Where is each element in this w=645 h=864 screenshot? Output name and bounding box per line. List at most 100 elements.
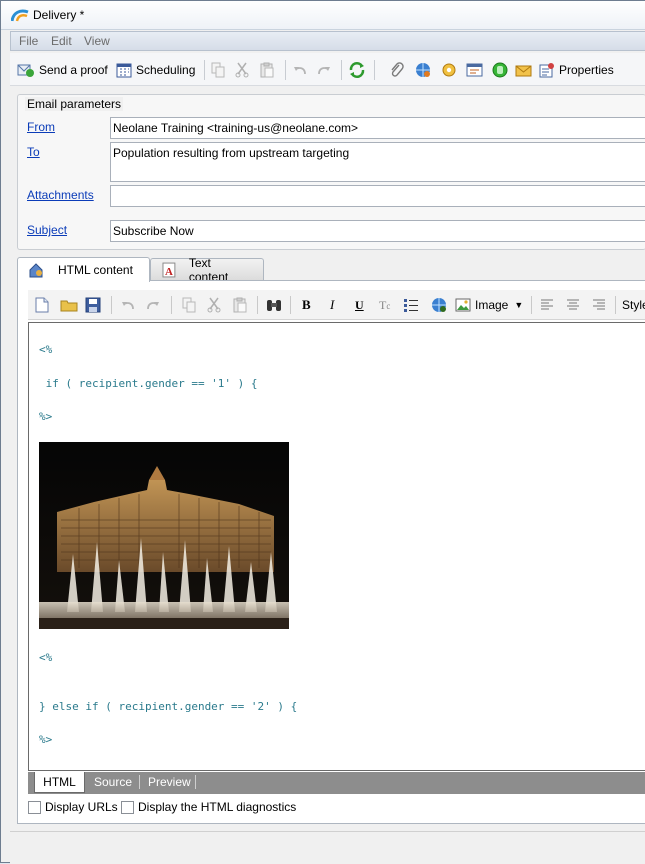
paperclip-icon: [391, 61, 404, 77]
copy-icon: [211, 62, 225, 77]
clear-format-button[interactable]: Tc: [379, 290, 390, 320]
code-line: if ( recipient.gender == '1' ) {: [39, 377, 258, 390]
copy-icon: [182, 297, 196, 313]
attachments-field[interactable]: [110, 185, 645, 207]
save-disk-icon: [85, 297, 101, 313]
editor-toolbar: B I U Tc Image ▼ Styl: [28, 290, 645, 320]
attachments-link[interactable]: Attachments: [27, 188, 94, 202]
globe-link-icon: [432, 298, 446, 312]
text-format-icon: Tc: [379, 297, 391, 312]
underline-icon: U: [355, 297, 364, 312]
view-tab-source[interactable]: Source: [86, 772, 140, 792]
paste-icon: [260, 62, 274, 77]
editor-undo-button[interactable]: [120, 290, 136, 320]
align-left-icon: [541, 299, 553, 310]
insert-link-button[interactable]: [430, 290, 448, 320]
green-circle-icon: [492, 62, 508, 77]
title-bar[interactable]: Delivery *: [1, 1, 645, 30]
align-right-button[interactable]: [592, 290, 606, 320]
editor-redo-button[interactable]: [145, 290, 161, 320]
form-button[interactable]: [466, 53, 484, 86]
message-button[interactable]: [515, 53, 533, 86]
editor-view-tabs: HTML Source Preview: [28, 772, 645, 794]
style-dropdown[interactable]: Style: [622, 290, 645, 320]
editor-cut-button[interactable]: [206, 290, 222, 320]
from-link[interactable]: From: [27, 120, 55, 134]
binoculars-icon: [267, 300, 281, 311]
redo-icon: [147, 302, 159, 310]
new-document-button[interactable]: [35, 290, 49, 320]
underline-button[interactable]: U: [355, 290, 364, 320]
cut-button[interactable]: [234, 53, 250, 86]
insert-image-button[interactable]: Image ▼: [455, 290, 523, 320]
cut-icon: [207, 297, 221, 313]
editor-copy-button[interactable]: [181, 290, 197, 320]
redo-button[interactable]: [316, 53, 332, 86]
menu-edit[interactable]: Edit: [51, 34, 72, 48]
main-toolbar: Send a proof Scheduling Properties: [10, 53, 645, 86]
open-folder-button[interactable]: [60, 290, 78, 320]
display-urls-checkbox[interactable]: Display URLs: [28, 800, 118, 814]
text-page-icon: A: [162, 262, 176, 277]
tab-text-content[interactable]: A Text content: [150, 256, 264, 284]
html-page-icon: [29, 263, 43, 278]
network-button[interactable]: [414, 53, 432, 86]
editor-paste-button[interactable]: [232, 290, 248, 320]
copy-button[interactable]: [210, 53, 226, 86]
scheduling-button[interactable]: Scheduling: [116, 53, 195, 86]
view-tab-html[interactable]: HTML: [34, 772, 85, 793]
undo-button[interactable]: [292, 53, 308, 86]
status-button[interactable]: [491, 53, 509, 86]
properties-button[interactable]: Properties: [539, 53, 614, 86]
attachment-button[interactable]: [389, 53, 405, 86]
menu-file[interactable]: File: [19, 34, 38, 48]
delivery-window: Delivery * File Edit View Send a proof S…: [0, 0, 645, 864]
to-field[interactable]: Population resulting from upstream targe…: [110, 142, 645, 182]
globe-users-icon: [416, 62, 430, 77]
view-tab-preview[interactable]: Preview: [140, 772, 199, 792]
refresh-button[interactable]: [348, 53, 366, 86]
chevron-down-icon: ▼: [514, 300, 524, 310]
window-form-icon: [466, 63, 483, 76]
from-field[interactable]: Neolane Training <training-us@neolane.co…: [110, 117, 645, 139]
checkbox-box[interactable]: [121, 800, 134, 814]
subject-link[interactable]: Subject: [27, 223, 67, 237]
tab-html-content[interactable]: HTML content: [17, 257, 150, 282]
image-icon: [455, 298, 471, 312]
menu-view[interactable]: View: [84, 34, 110, 48]
code-line: %>: [39, 733, 53, 746]
to-link[interactable]: To: [27, 145, 40, 159]
save-button[interactable]: [85, 290, 101, 320]
checkbox-box[interactable]: [28, 800, 41, 814]
bold-icon: B: [302, 297, 311, 312]
bold-button[interactable]: B: [302, 290, 311, 320]
html-diagnostics-checkbox[interactable]: Display the HTML diagnostics: [121, 800, 296, 814]
svg-text:A: A: [165, 265, 173, 277]
code-line: } else if ( recipient.gender == '2' ) {: [39, 700, 298, 713]
send-proof-button[interactable]: Send a proof: [17, 53, 108, 86]
align-center-icon: [567, 299, 579, 310]
window-footer: [10, 831, 645, 864]
refresh-icon: [349, 61, 365, 78]
bullet-list-button[interactable]: [403, 290, 419, 320]
cut-icon: [235, 62, 249, 77]
personalization-button[interactable]: [440, 53, 458, 86]
calendar-icon: [116, 63, 132, 77]
code-line: <%: [39, 651, 53, 664]
envelope-icon: [515, 65, 532, 76]
italic-button[interactable]: I: [330, 290, 334, 320]
html-editor[interactable]: <% if ( recipient.gender == '1' ) { %> <…: [28, 322, 645, 771]
app-logo-icon: [11, 9, 29, 22]
italic-icon: I: [330, 297, 335, 312]
paste-button[interactable]: [259, 53, 275, 86]
paste-icon: [233, 297, 247, 313]
new-document-icon: [35, 297, 49, 313]
redo-icon: [318, 66, 330, 74]
align-center-button[interactable]: [566, 290, 580, 320]
find-button[interactable]: [265, 290, 283, 320]
align-left-button[interactable]: [540, 290, 554, 320]
subject-field[interactable]: Subscribe Now: [110, 220, 645, 242]
fountain-hotel-image[interactable]: [39, 442, 289, 629]
code-line: <%: [39, 343, 53, 356]
align-right-icon: [593, 299, 605, 310]
